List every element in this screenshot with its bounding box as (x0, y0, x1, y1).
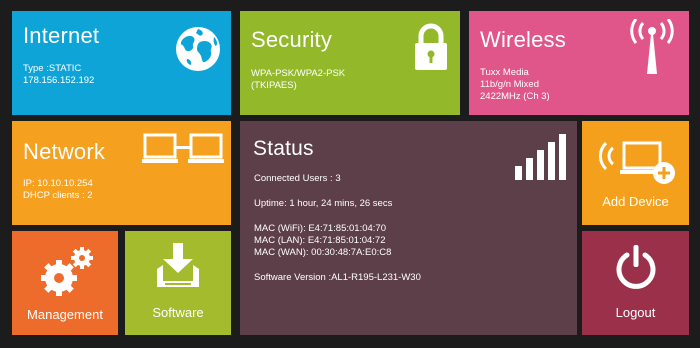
internet-ip: 178.156.152.192 (23, 75, 95, 86)
security-tile[interactable]: Security WPA-PSK/WPA2-PSK (TKIPAES) (240, 11, 460, 115)
logout-label: Logout (615, 305, 656, 320)
gears-icon (37, 246, 97, 298)
management-label: Management (27, 307, 103, 322)
security-cipher: (TKIPAES) (251, 80, 297, 91)
network-ip: IP: 10.10.10.254 (23, 178, 93, 189)
uptime: Uptime: 1 hour, 24 mins, 26 secs (254, 198, 393, 209)
mac-lan: MAC (LAN): E4:71:85:01:04:72 (254, 235, 386, 246)
status-title: Status (253, 137, 314, 160)
add-device-label: Add Device (602, 194, 669, 209)
padlock-icon (414, 23, 448, 71)
status-details: Connected Users : 3 Uptime: 1 hour, 24 m… (254, 173, 421, 284)
add-device-icon (594, 135, 678, 185)
wireless-ssid: Tuxx Media (480, 67, 529, 78)
security-mode: WPA-PSK/WPA2-PSK (251, 68, 346, 79)
connected-laptops-icon (142, 133, 224, 167)
globe-icon (174, 25, 222, 73)
internet-type: Type :STATIC (23, 63, 82, 74)
mac-wan: MAC (WAN): 00:30:48:7A:E0:C8 (254, 247, 392, 258)
software-version: Software Version :AL1-R195-L231-W30 (254, 272, 421, 283)
mac-wifi: MAC (WiFi): E4:71:85:01:04:70 (254, 223, 386, 234)
wireless-details: Tuxx Media 11b/g/n Mixed 2422MHz (Ch 3) (480, 67, 550, 103)
internet-title: Internet (23, 23, 100, 48)
power-icon (615, 245, 657, 291)
signal-bars-icon (515, 134, 567, 180)
security-title: Security (251, 27, 333, 52)
software-label: Software (152, 305, 204, 320)
wireless-tile[interactable]: Wireless Tuxx Media 11b/g/n Mixed 2422MH… (469, 11, 689, 115)
network-dhcp: DHCP clients : 2 (23, 190, 93, 201)
security-details: WPA-PSK/WPA2-PSK (TKIPAES) (251, 68, 345, 92)
internet-tile[interactable]: Internet Type :STATIC 178.156.152.192 (12, 11, 231, 115)
software-tile[interactable]: Software (125, 231, 231, 335)
logout-tile[interactable]: Logout (582, 231, 689, 335)
internet-details: Type :STATIC 178.156.152.192 (23, 63, 94, 87)
network-title: Network (23, 139, 106, 164)
connected-users: Connected Users : 3 (254, 173, 341, 184)
wireless-mode: 11b/g/n Mixed (480, 79, 539, 90)
management-tile[interactable]: Management (12, 231, 118, 335)
antenna-icon (627, 18, 677, 75)
wireless-channel: 2422MHz (Ch 3) (480, 91, 550, 102)
network-details: IP: 10.10.10.254 DHCP clients : 2 (23, 178, 93, 202)
status-tile[interactable]: Status Connected Users : 3 Uptime: 1 hou… (240, 121, 577, 335)
network-tile[interactable]: Network IP: 10.10.10.254 DHCP clients : … (12, 121, 231, 225)
download-tray-icon (153, 243, 203, 293)
add-device-tile[interactable]: Add Device (582, 121, 689, 225)
wireless-title: Wireless (480, 27, 566, 52)
